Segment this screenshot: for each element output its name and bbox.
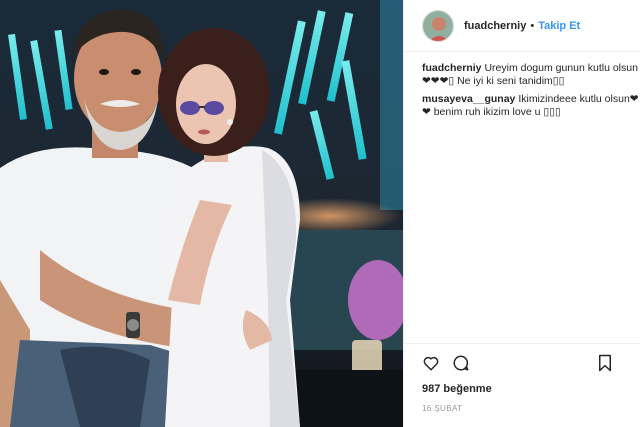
comment-bubble-icon[interactable]	[452, 354, 470, 372]
post-photo[interactable]	[0, 0, 403, 427]
caption: fuadcherniy Ureyim dogum gunun kutlu ols…	[422, 62, 640, 88]
action-icons	[422, 353, 623, 373]
bookmark-icon[interactable]	[596, 354, 614, 372]
comments-list: fuadcherniy Ureyim dogum gunun kutlu ols…	[422, 62, 640, 124]
comment-username[interactable]: musayeva__gunay	[422, 93, 515, 105]
avatar[interactable]	[422, 9, 454, 42]
header-separator: •	[530, 19, 535, 32]
post-header: fuadcherniy • Takip Et	[404, 0, 640, 52]
post-sidebar: fuadcherniy • Takip Et fuadcherniy Ureyi…	[403, 0, 640, 427]
heart-icon[interactable]	[422, 354, 440, 372]
post-actions: 987 beğenme 16 ŞUBAT	[404, 343, 640, 413]
caption-username[interactable]: fuadcherniy	[422, 62, 482, 74]
likes-count[interactable]: 987 beğenme	[422, 383, 623, 395]
comment-item: musayeva__gunay Ikimizindeee kutlu olsun…	[422, 93, 640, 119]
instagram-post: fuadcherniy • Takip Et fuadcherniy Ureyi…	[0, 0, 640, 427]
header-username[interactable]: fuadcherniy	[464, 20, 526, 32]
follow-button[interactable]: Takip Et	[538, 20, 580, 32]
post-date[interactable]: 16 ŞUBAT	[422, 404, 623, 413]
